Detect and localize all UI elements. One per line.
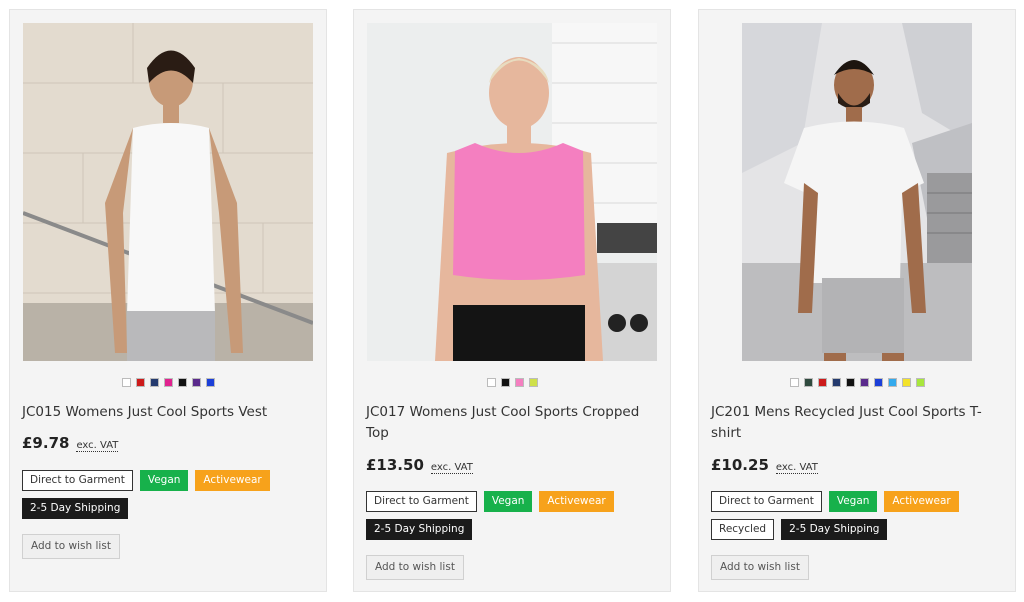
add-to-wishlist-button[interactable]: Add to wish list bbox=[22, 534, 120, 559]
tag-vegan: Vegan bbox=[139, 470, 189, 491]
tag-activewear: Activewear bbox=[539, 491, 614, 512]
product-image[interactable] bbox=[742, 23, 972, 361]
color-swatch[interactable] bbox=[177, 378, 187, 387]
color-swatch[interactable] bbox=[500, 378, 510, 387]
color-swatch[interactable] bbox=[486, 378, 496, 387]
color-swatches bbox=[354, 378, 670, 387]
vat-label: exc. VAT bbox=[76, 440, 119, 452]
color-swatch[interactable] bbox=[887, 378, 897, 387]
product-price: £13.50 bbox=[366, 456, 424, 474]
tag-direct-to-garment: Direct to Garment bbox=[711, 491, 822, 512]
tag-shipping: 2-5 Day Shipping bbox=[22, 498, 129, 519]
product-image[interactable] bbox=[23, 23, 313, 361]
color-swatch[interactable] bbox=[191, 378, 201, 387]
tag-direct-to-garment: Direct to Garment bbox=[22, 470, 133, 491]
tag-activewear: Activewear bbox=[195, 470, 270, 491]
product-card[interactable]: JC201 Mens Recycled Just Cool Sports T-s… bbox=[698, 9, 1016, 592]
add-to-wishlist-button[interactable]: Add to wish list bbox=[366, 555, 464, 580]
color-swatch[interactable] bbox=[205, 378, 215, 387]
product-image[interactable] bbox=[367, 23, 657, 361]
color-swatches bbox=[699, 378, 1015, 387]
tag-shipping: 2-5 Day Shipping bbox=[366, 519, 473, 540]
tag-activewear: Activewear bbox=[884, 491, 959, 512]
color-swatch[interactable] bbox=[789, 378, 799, 387]
color-swatch[interactable] bbox=[845, 378, 855, 387]
tag-direct-to-garment: Direct to Garment bbox=[366, 491, 477, 512]
color-swatch[interactable] bbox=[817, 378, 827, 387]
price-row: £9.78 exc. VAT bbox=[22, 434, 119, 452]
product-price: £9.78 bbox=[22, 434, 70, 452]
color-swatches bbox=[10, 378, 326, 387]
product-card[interactable]: JC017 Womens Just Cool Sports Cropped To… bbox=[353, 9, 671, 592]
color-swatch[interactable] bbox=[901, 378, 911, 387]
product-price: £10.25 bbox=[711, 456, 769, 474]
color-swatch[interactable] bbox=[135, 378, 145, 387]
color-swatch[interactable] bbox=[803, 378, 813, 387]
tag-vegan: Vegan bbox=[828, 491, 878, 512]
color-swatch[interactable] bbox=[528, 378, 538, 387]
color-swatch[interactable] bbox=[514, 378, 524, 387]
color-swatch[interactable] bbox=[163, 378, 173, 387]
product-tags: Direct to Garment Vegan Activewear 2-5 D… bbox=[22, 470, 314, 519]
price-row: £13.50 exc. VAT bbox=[366, 456, 473, 474]
tag-recycled: Recycled bbox=[711, 519, 775, 540]
color-swatch[interactable] bbox=[121, 378, 131, 387]
color-swatch[interactable] bbox=[873, 378, 883, 387]
product-tags: Direct to Garment Vegan Activewear Recyc… bbox=[711, 491, 1003, 540]
color-swatch[interactable] bbox=[915, 378, 925, 387]
tag-shipping: 2-5 Day Shipping bbox=[781, 519, 888, 540]
product-card[interactable]: JC015 Womens Just Cool Sports Vest £9.78… bbox=[9, 9, 327, 592]
tag-vegan: Vegan bbox=[483, 491, 533, 512]
color-swatch[interactable] bbox=[831, 378, 841, 387]
price-row: £10.25 exc. VAT bbox=[711, 456, 818, 474]
color-swatch[interactable] bbox=[149, 378, 159, 387]
vat-label: exc. VAT bbox=[430, 462, 473, 474]
vat-label: exc. VAT bbox=[775, 462, 818, 474]
product-title[interactable]: JC201 Mens Recycled Just Cool Sports T-s… bbox=[711, 402, 1003, 444]
product-title[interactable]: JC015 Womens Just Cool Sports Vest bbox=[22, 402, 314, 423]
product-tags: Direct to Garment Vegan Activewear 2-5 D… bbox=[366, 491, 658, 540]
product-title[interactable]: JC017 Womens Just Cool Sports Cropped To… bbox=[366, 402, 658, 444]
color-swatch[interactable] bbox=[859, 378, 869, 387]
add-to-wishlist-button[interactable]: Add to wish list bbox=[711, 555, 809, 580]
